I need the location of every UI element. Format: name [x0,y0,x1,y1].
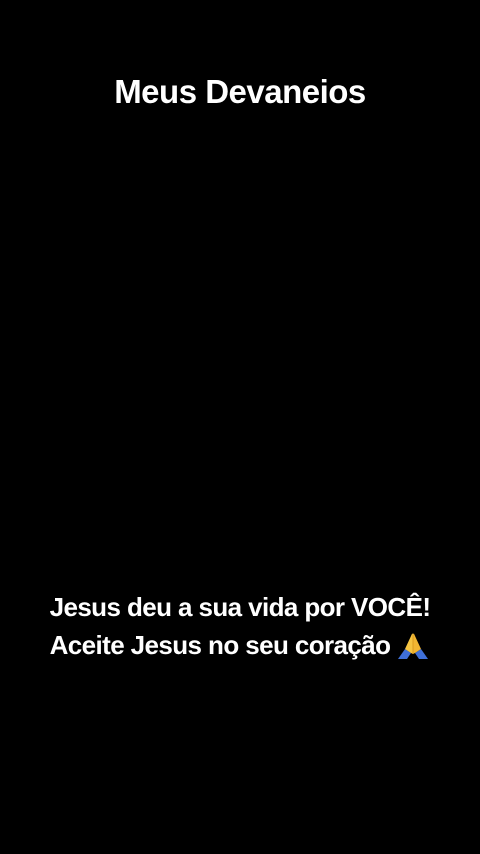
message-text: Jesus deu a sua vida por VOCÊ! Aceite Je… [0,588,480,664]
message-line-1: Jesus deu a sua vida por VOCÊ! [49,592,431,622]
story-screen: Meus Devaneios Jesus deu a sua vida por … [0,0,480,854]
page-title: Meus Devaneios [114,73,366,110]
message-line-2-wrapper: Aceite Jesus no seu coração [0,626,480,664]
message-line-2: Aceite Jesus no seu coração [49,630,391,660]
folded-hands-icon [396,630,430,660]
